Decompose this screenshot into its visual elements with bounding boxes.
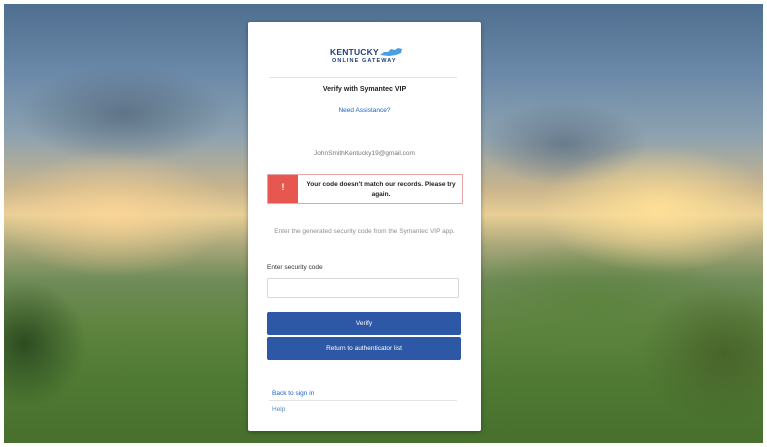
error-text: Your code doesn't match our records. Ple… xyxy=(306,181,456,198)
verify-button[interactable]: Verify xyxy=(267,312,461,335)
page-title: Verify with Symantec VIP xyxy=(322,86,407,93)
logo-name: KENTUCKY xyxy=(330,47,379,57)
login-card: KENTUCKY ONLINE GATEWAY Verify with Syma… xyxy=(248,22,481,431)
help-link[interactable]: Help xyxy=(272,406,285,413)
error-icon: ! xyxy=(281,182,285,192)
back-to-sign-in-link[interactable]: Back to sign in xyxy=(272,390,314,397)
kentucky-logo: KENTUCKY ONLINE GATEWAY xyxy=(248,47,481,69)
kentucky-state-shape-icon xyxy=(380,48,402,56)
security-code-label: Enter security code xyxy=(267,264,323,271)
return-to-authenticator-list-button[interactable]: Return to authenticator list xyxy=(267,337,461,360)
divider xyxy=(269,400,457,401)
need-assistance-link[interactable]: Need Assistance? xyxy=(248,107,481,114)
error-stripe: ! xyxy=(268,175,298,203)
security-code-input[interactable] xyxy=(267,278,459,298)
divider xyxy=(269,77,457,78)
screenshot-frame: KENTUCKY ONLINE GATEWAY Verify with Syma… xyxy=(0,0,767,447)
error-message-box: ! Your code doesn't match our records. P… xyxy=(267,174,463,204)
instructions-text: Enter the generated security code from t… xyxy=(274,228,455,235)
user-email: JohnSmithKentucky19@gmail.com xyxy=(314,150,415,157)
logo-subtitle: ONLINE GATEWAY xyxy=(332,58,397,64)
